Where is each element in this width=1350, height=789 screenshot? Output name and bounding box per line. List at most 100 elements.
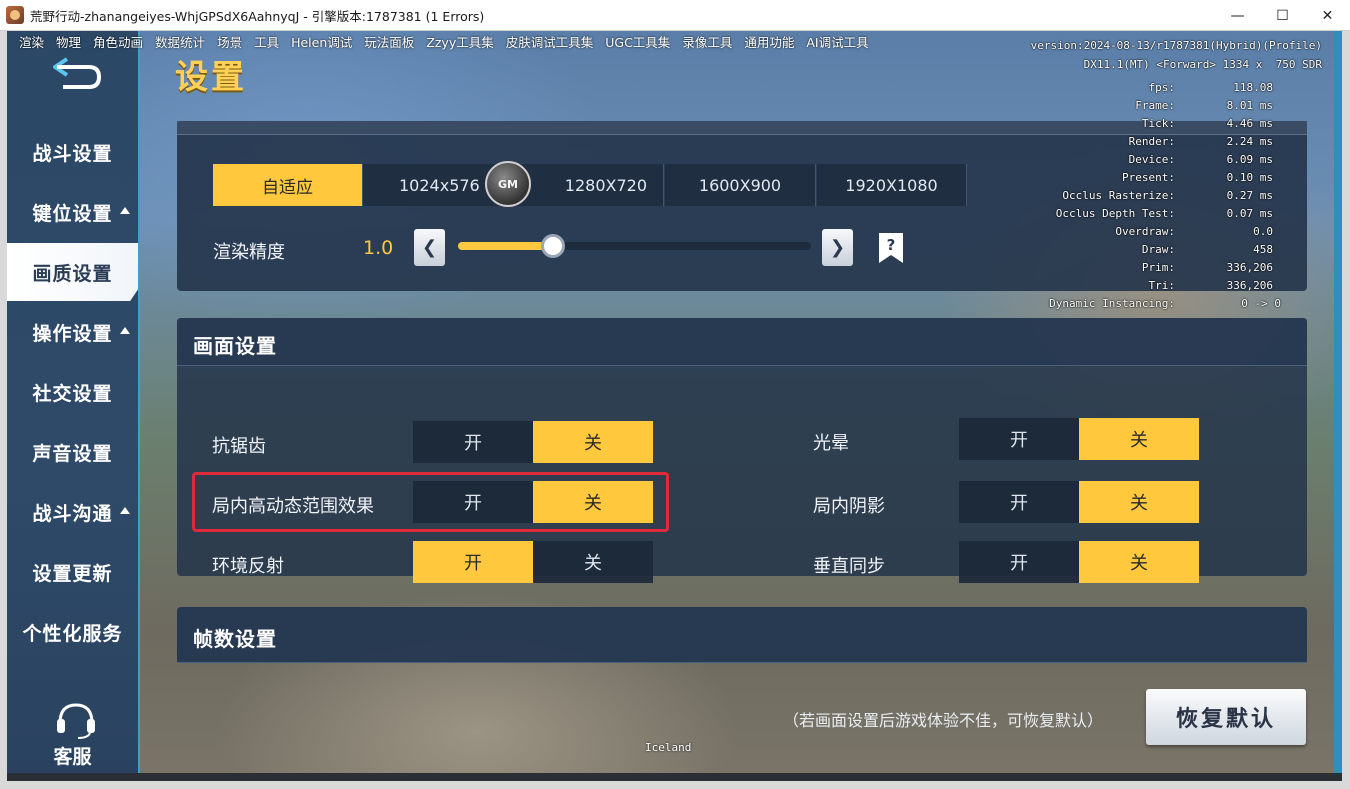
panel-top-strip (177, 121, 1307, 135)
toggle-on[interactable]: 开 (413, 541, 533, 583)
decrease-precision-button[interactable]: ❮ (414, 229, 445, 266)
stat-value: 8.01 ms (1226, 99, 1273, 112)
menu-item[interactable]: 皮肤调试工具集 (506, 32, 594, 51)
caret-up-icon (120, 507, 130, 514)
menu-item[interactable]: Zzyy工具集 (426, 32, 493, 51)
toggle-off[interactable]: 关 (533, 541, 653, 583)
toggle-on[interactable]: 开 (959, 481, 1079, 523)
toggle-off[interactable]: 关 (533, 421, 653, 463)
toggle-off[interactable]: 关 (1079, 541, 1199, 583)
menu-item[interactable]: Helen调试 (291, 32, 352, 51)
picture-settings-header: 画面设置 (177, 318, 1307, 366)
toggle-off[interactable]: 关 (1079, 418, 1199, 460)
stat-value: 0 -> 0 (1241, 297, 1281, 310)
render-precision-slider[interactable] (458, 234, 811, 258)
fps-settings-panel: 帧数设置 (177, 607, 1307, 663)
sidebar-item[interactable]: 个性化服务 (7, 603, 138, 661)
stat-value: 458 (1253, 243, 1273, 256)
slider-fill (458, 242, 554, 250)
chevron-right-icon: ❯ (829, 237, 846, 258)
stat-key: Tick: (1141, 117, 1175, 130)
close-button[interactable]: ✕ (1305, 0, 1350, 31)
stat-value: 4.46 ms (1226, 117, 1273, 130)
stat-value: 336,206 (1226, 279, 1273, 292)
on-off-toggle[interactable]: 开关 (959, 481, 1199, 523)
on-off-toggle[interactable]: 开关 (413, 541, 653, 583)
sidebar-item-label: 个性化服务 (22, 622, 123, 645)
sidebar-item-label: 操作设置 (32, 322, 113, 345)
stat-value: 6.09 ms (1226, 153, 1273, 166)
menu-item[interactable]: AI调试工具 (806, 32, 868, 51)
on-off-toggle[interactable]: 开关 (959, 418, 1199, 460)
stat-value: 2.24 ms (1226, 135, 1273, 148)
minimize-button[interactable]: — (1215, 0, 1260, 31)
toggle-on[interactable]: 开 (959, 541, 1079, 583)
option-label: 局内阴影 (813, 496, 885, 517)
on-off-toggle[interactable]: 开关 (959, 541, 1199, 583)
highlight-box (192, 472, 669, 532)
toggle-on[interactable]: 开 (413, 421, 533, 463)
menu-item[interactable]: 角色动画 (93, 32, 143, 51)
sidebar-item[interactable]: 键位设置 (7, 183, 138, 241)
menu-item[interactable]: 录像工具 (682, 32, 732, 51)
stat-value: 118.08 (1233, 81, 1273, 94)
resolution-option[interactable]: 1600X900 (665, 164, 816, 206)
sidebar-item[interactable]: 画质设置 (7, 243, 138, 301)
gm-badge[interactable]: GM (485, 161, 531, 207)
stat-key: Render: (1128, 135, 1175, 148)
fps-settings-title: 帧数设置 (193, 627, 277, 651)
sidebar-item[interactable]: 战斗沟通 (7, 483, 138, 541)
engine-version: version:2024-08-13/r1787381(Hybrid)(Prof… (1030, 39, 1322, 52)
sidebar-item-label: 画质设置 (32, 262, 113, 285)
stat-key: Overdraw: (1115, 225, 1175, 238)
increase-precision-button[interactable]: ❯ (822, 229, 853, 266)
menu-item[interactable]: 场景 (217, 32, 242, 51)
settings-sidebar: 战斗设置键位设置画质设置操作设置社交设置声音设置战斗沟通设置更新个性化服务 客服 (7, 31, 140, 781)
sidebar-item-label: 战斗沟通 (32, 502, 113, 525)
svg-text:?: ? (887, 236, 896, 254)
on-off-toggle[interactable]: 开关 (413, 421, 653, 463)
headset-icon[interactable] (54, 699, 98, 739)
fps-settings-header: 帧数设置 (177, 607, 1307, 663)
picture-settings-title: 画面设置 (193, 334, 277, 358)
option-label: 抗锯齿 (212, 436, 266, 457)
stat-key: fps: (1148, 81, 1176, 94)
stat-value: 0.07 ms (1226, 207, 1273, 220)
restore-default-button[interactable]: 恢复默认 (1146, 689, 1306, 745)
stat-value: 0.0 (1253, 225, 1273, 238)
sidebar-item-label: 声音设置 (32, 442, 113, 465)
menu-item[interactable]: 通用功能 (744, 32, 794, 51)
customer-service-label[interactable]: 客服 (7, 742, 138, 769)
menu-item[interactable]: 玩法面板 (364, 32, 414, 51)
stat-key: Present: (1122, 171, 1175, 184)
sidebar-item[interactable]: 声音设置 (7, 423, 138, 481)
window-title-bar: 荒野行动-zhanangeiyes-WhjGPSdX6AahnyqJ - 引擎版… (0, 0, 1350, 31)
stat-key: Dynamic Instancing: (1049, 297, 1175, 310)
menu-item[interactable]: UGC工具集 (605, 32, 670, 51)
menu-item[interactable]: 物理 (56, 32, 81, 51)
stat-key: Draw: (1141, 243, 1175, 256)
sidebar-item-label: 战斗设置 (32, 142, 113, 165)
resolution-option[interactable]: 1280X720 (513, 164, 664, 206)
menu-item[interactable]: 工具 (254, 32, 279, 51)
menu-item[interactable]: 渲染 (19, 32, 44, 51)
stat-key: Frame: (1135, 99, 1175, 112)
sidebar-item[interactable]: 操作设置 (7, 303, 138, 361)
sidebar-item[interactable]: 社交设置 (7, 363, 138, 421)
resolution-option[interactable]: 自适应 (213, 164, 363, 206)
slider-knob[interactable] (541, 234, 566, 258)
sidebar-item[interactable]: 设置更新 (7, 543, 138, 601)
stat-value: 336,206 (1226, 261, 1273, 274)
back-arrow-icon[interactable] (49, 53, 105, 93)
maximize-button[interactable]: ☐ (1260, 0, 1305, 31)
toggle-on[interactable]: 开 (959, 418, 1079, 460)
toggle-off[interactable]: 关 (1079, 481, 1199, 523)
map-name: Iceland (645, 741, 692, 754)
stat-value: 0.10 ms (1226, 171, 1273, 184)
resolution-option[interactable]: 1920X1080 (817, 164, 967, 206)
question-bookmark-icon[interactable]: ? (877, 231, 905, 265)
page-title: 设置 (175, 57, 247, 96)
window-title: 荒野行动-zhanangeiyes-WhjGPSdX6AahnyqJ - 引擎版… (30, 8, 485, 24)
sidebar-item[interactable]: 战斗设置 (7, 123, 138, 181)
menu-item[interactable]: 数据统计 (155, 32, 205, 51)
